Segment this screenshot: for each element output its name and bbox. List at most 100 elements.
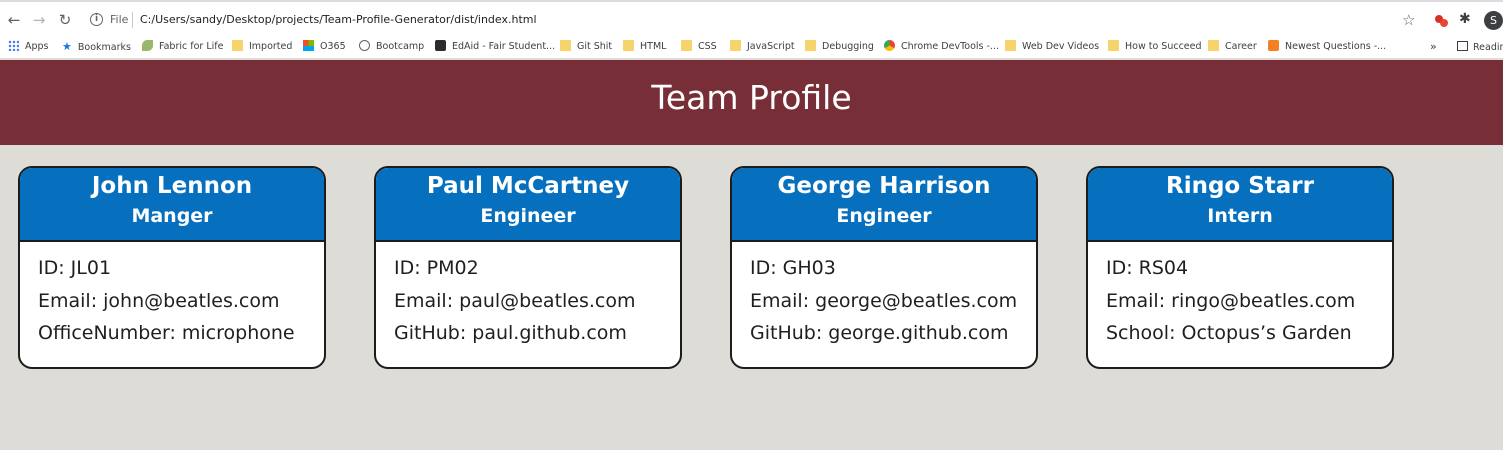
bookmark-bookmarks[interactable]: ★ Bookmarks [62,40,131,56]
card-body: ID: RS04 Email: ringo@beatles.com School… [1088,242,1392,355]
employee-email: Email: george@beatles.com [750,289,1018,312]
employee-name: John Lennon [91,173,253,199]
card-header: Paul McCartney Engineer [376,168,680,242]
bookmark-label: CSS [698,41,717,52]
bookmark-web-dev-videos[interactable]: Web Dev Videos [1005,40,1099,56]
more-bookmarks-button[interactable]: » [1430,40,1437,53]
bookmark-label: How to Succeed [1125,41,1202,52]
bookmark-label: Debugging [822,41,874,52]
reading-list-label: Readin [1473,42,1503,53]
cap-icon [435,40,446,51]
employee-office-number: OfficeNumber: microphone [38,322,295,344]
employee-email: Email: ringo@beatles.com [1106,289,1356,312]
leaf-icon [142,40,153,51]
folder-icon [232,40,243,51]
bookmarks-bar: Apps ★ Bookmarks Fabric for Life Imported… [0,37,1503,59]
bookmark-label: Career [1225,41,1257,52]
extension-icon[interactable] [1433,12,1449,28]
star-icon: ★ [62,40,72,53]
card-body: ID: PM02 Email: paul@beatles.com GitHub:… [376,242,680,355]
bookmark-label: O365 [320,41,346,52]
extensions-puzzle-icon[interactable]: ✱ [1459,11,1471,27]
bookmark-label: EdAid - Fair Student... [452,41,556,52]
bookmark-css[interactable]: CSS [681,40,717,56]
reading-list-button[interactable]: Readin [1457,41,1503,53]
reload-icon[interactable]: ↻ [55,10,75,30]
folder-icon [805,40,816,51]
bookmark-label: HTML [640,41,667,52]
bookmark-o365[interactable]: O365 [303,40,346,56]
employee-id: ID: JL01 [38,257,112,279]
bookmark-javascript[interactable]: JavaScript [730,40,795,56]
employee-id: ID: GH03 [750,257,836,279]
card-body: ID: GH03 Email: george@beatles.com GitHu… [732,242,1036,355]
bookmark-git-shit[interactable]: Git Shit [560,40,612,56]
card-body: ID: JL01 Email: john@beatles.com OfficeN… [20,242,324,355]
card-header: John Lennon Manger [20,168,324,242]
bookmark-chrome-devtools[interactable]: Chrome DevTools -... [884,40,999,56]
folder-icon [623,40,634,51]
employee-role: Engineer [836,205,932,227]
employee-role: Manger [131,205,213,227]
bookmark-label: Bootcamp [376,41,425,52]
profile-avatar[interactable]: S [1484,11,1503,30]
folder-icon [560,40,571,51]
info-icon[interactable]: i [90,13,103,26]
card-header: George Harrison Engineer [732,168,1036,242]
employee-name: Ringo Starr [1165,173,1314,199]
folder-icon [1108,40,1119,51]
page-header: Team Profile [0,60,1503,145]
bookmark-apps[interactable]: Apps [8,40,49,56]
employee-card: Ringo Starr Intern ID: RS04 Email: ringo… [1086,166,1394,369]
employee-card: George Harrison Engineer ID: GH03 Email:… [730,166,1038,369]
employee-role: Intern [1207,205,1273,227]
bookmark-label: Bookmarks [77,42,131,53]
employee-email: Email: john@beatles.com [38,289,280,312]
card-header: Ringo Starr Intern [1088,168,1392,242]
employee-github: GitHub: paul.github.com [394,322,627,344]
employee-school: School: Octopus’s Garden [1106,322,1352,344]
reading-list-icon [1457,41,1468,51]
apps-grid-icon [8,40,19,51]
employee-name: Paul McCartney [426,173,630,199]
back-icon[interactable]: ← [4,10,24,30]
browser-toolbar: ← → ↻ i File C:/Users/sandy/Desktop/proj… [0,0,1503,37]
bookmark-label: Git Shit [577,41,613,52]
bookmark-debugging[interactable]: Debugging [805,40,874,56]
folder-icon [1005,40,1016,51]
employee-role: Engineer [480,205,576,227]
chrome-icon [884,40,895,51]
folder-icon [681,40,692,51]
employee-id: ID: PM02 [394,257,479,279]
file-label: File [110,13,129,26]
address-bar[interactable]: i File C:/Users/sandy/Desktop/projects/T… [84,8,1424,33]
bookmark-career[interactable]: Career [1208,40,1257,56]
bookmark-imported[interactable]: Imported [232,40,292,56]
stack-overflow-icon [1268,40,1279,51]
office-icon [303,40,314,51]
bookmark-star-icon[interactable]: ☆ [1402,11,1415,29]
bookmark-html[interactable]: HTML [623,40,666,56]
address-separator [132,12,133,28]
bookmark-label: Newest Questions -... [1285,41,1387,52]
forward-icon[interactable]: → [29,10,49,30]
employee-github: GitHub: george.github.com [750,322,1009,344]
bookmark-edaid[interactable]: EdAid - Fair Student... [435,40,555,56]
bookmark-how-to-succeed[interactable]: How to Succeed [1108,40,1202,56]
bookmark-label: Imported [249,41,293,52]
employee-name: George Harrison [777,173,991,199]
page-title: Team Profile [651,78,852,117]
bookmark-label: Apps [25,41,49,52]
bookmark-newest-questions[interactable]: Newest Questions -... [1268,40,1386,56]
bookmark-label: JavaScript [747,41,795,52]
folder-icon [730,40,741,51]
bookmark-label: Web Dev Videos [1022,41,1100,52]
url-text[interactable]: C:/Users/sandy/Desktop/projects/Team-Pro… [140,13,537,26]
employee-card: Paul McCartney Engineer ID: PM02 Email: … [374,166,682,369]
bookmark-fabric-for-life[interactable]: Fabric for Life [142,40,223,56]
globe-icon [359,40,370,51]
bookmark-bootcamp[interactable]: Bootcamp [359,40,424,56]
bookmark-label: Fabric for Life [159,41,224,52]
employee-id: ID: RS04 [1106,257,1189,279]
bookmark-label: Chrome DevTools -... [901,41,999,52]
